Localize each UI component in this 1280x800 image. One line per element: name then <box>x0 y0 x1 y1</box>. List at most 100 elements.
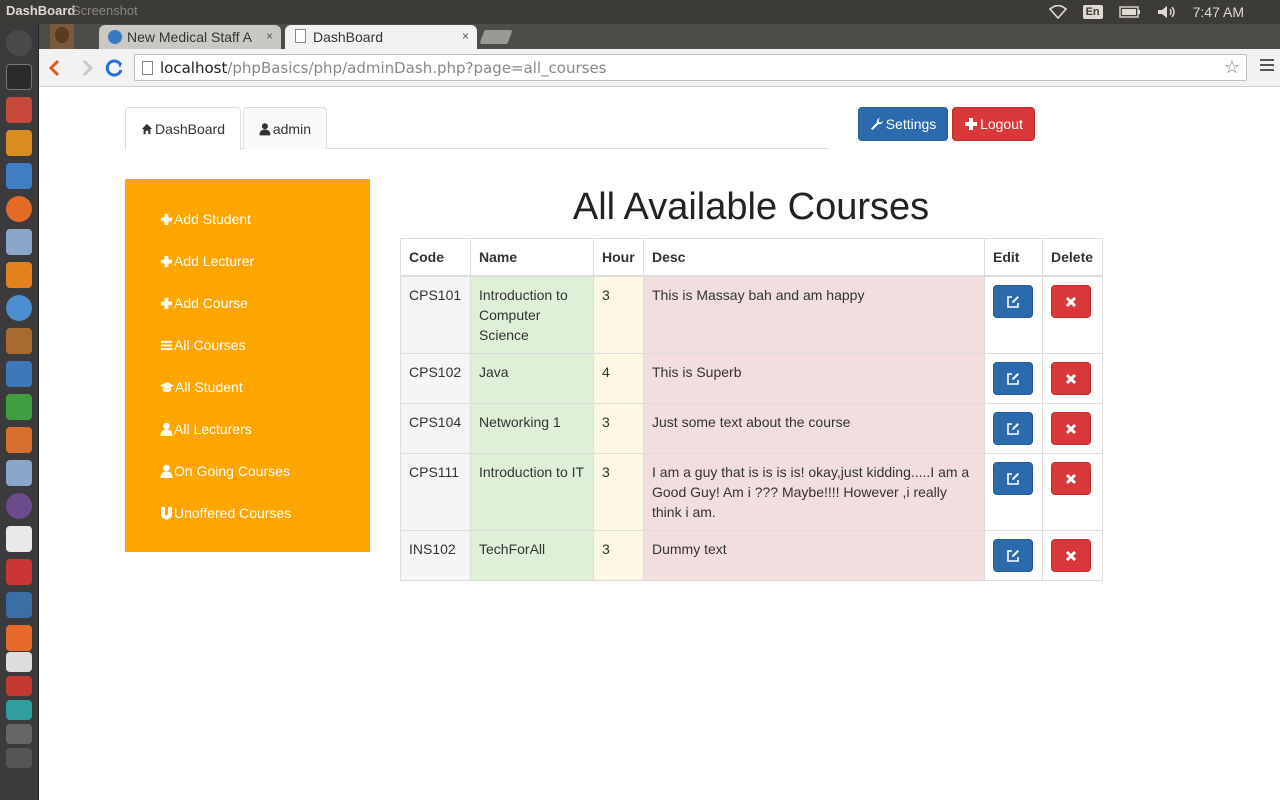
pdf-icon[interactable] <box>6 526 32 552</box>
network-icon[interactable] <box>6 700 32 720</box>
table-row: CPS101 Introduction to Computer Science … <box>400 275 1103 354</box>
sidebar-item-add-lecturer[interactable]: Add Lecturer <box>160 251 254 271</box>
browser-menu-button[interactable] <box>1260 59 1274 75</box>
tab-close-icon[interactable]: × <box>266 29 273 43</box>
edit-button[interactable] <box>993 362 1033 395</box>
delete-cell <box>1042 353 1103 404</box>
edit-cell <box>984 530 1043 581</box>
table-row: CPS102 Java 4 This is Superb <box>400 353 1103 404</box>
forward-button[interactable] <box>77 58 97 78</box>
course-desc: Dummy text <box>643 530 985 581</box>
tab-new-medical-staff[interactable]: New Medical Staff A × <box>99 25 281 49</box>
sidebar-item-label: On Going Courses <box>174 463 290 479</box>
sidebar-item-all-student[interactable]: All Student <box>160 377 243 397</box>
address-bar[interactable]: localhost/phpBasics/php/adminDash.php?pa… <box>134 54 1247 81</box>
volume-icon[interactable] <box>1157 5 1177 19</box>
edit-button[interactable] <box>993 539 1033 572</box>
chromium-icon[interactable] <box>6 295 32 321</box>
delete-button[interactable] <box>1051 412 1091 445</box>
sidebar-item-label: Add Course <box>174 295 248 311</box>
page-info-icon[interactable] <box>142 61 153 75</box>
writer-icon[interactable] <box>6 361 32 387</box>
edit-icon <box>1007 472 1019 485</box>
edit-button[interactable] <box>993 412 1033 445</box>
tab-label: New Medical Staff A <box>127 29 253 45</box>
keyboard-language-indicator[interactable]: En <box>1082 5 1103 19</box>
sidebar-item-unoffered-courses[interactable]: Unoffered Courses <box>160 503 291 523</box>
delete-button[interactable] <box>1051 539 1091 572</box>
jedit-icon[interactable] <box>6 130 32 156</box>
sidebar-item-label: Add Lecturer <box>174 253 255 269</box>
settings-label: Settings <box>885 116 937 132</box>
course-name: Networking 1 <box>470 403 594 454</box>
sidebar-item-on-going-courses[interactable]: On Going Courses <box>160 461 290 481</box>
tab-dashboard-nav[interactable]: DashBoard <box>125 107 241 150</box>
edit-button[interactable] <box>993 285 1033 318</box>
top-nav-tabs: DashBoard admin <box>125 107 829 150</box>
dash-home-icon[interactable] <box>6 30 32 56</box>
sidebar-item-label: All Student <box>175 379 243 395</box>
sidebar-item-label: Add Student <box>174 211 252 227</box>
tab-admin-nav[interactable]: admin <box>243 107 327 149</box>
amazon-icon[interactable] <box>6 652 32 672</box>
sidebar-item-all-courses[interactable]: All Courses <box>160 335 246 355</box>
wifi-icon[interactable] <box>1048 5 1067 19</box>
table-row: CPS111 Introduction to IT 3 I am a guy t… <box>400 453 1103 531</box>
bookmark-star-icon[interactable]: ☆ <box>1224 57 1240 78</box>
back-button[interactable] <box>45 58 65 78</box>
courses-table: Code Name Hour Desc Edit Delete CPS101 I… <box>400 238 1103 581</box>
workspace-icon[interactable] <box>6 559 32 585</box>
sidebar-item-add-student[interactable]: Add Student <box>160 209 251 229</box>
vlc-icon[interactable] <box>6 262 32 288</box>
edit-icon <box>1007 372 1019 385</box>
course-desc: This is Massay bah and am happy <box>643 275 985 354</box>
column-header-edit: Edit <box>984 238 1043 277</box>
eclipse-icon[interactable] <box>6 493 32 519</box>
virtualbox-2-icon[interactable] <box>6 460 32 486</box>
user-icon <box>160 464 173 478</box>
course-hour: 3 <box>593 275 644 354</box>
system-top-panel: DashBoard Screenshot En 7:47 AM <box>0 0 1280 24</box>
home-icon <box>141 123 153 135</box>
battery-icon[interactable] <box>1118 6 1141 18</box>
system-clock[interactable]: 7:47 AM <box>1193 4 1244 20</box>
tab-close-icon[interactable]: × <box>462 29 469 43</box>
software-center-icon[interactable] <box>6 625 32 651</box>
course-code: CPS101 <box>400 275 471 354</box>
impress-icon[interactable] <box>6 427 32 453</box>
firefox-icon[interactable] <box>6 196 32 222</box>
course-code: INS102 <box>400 530 471 581</box>
profile-avatar[interactable] <box>50 24 74 49</box>
edit-icon <box>1007 422 1019 435</box>
tab-dashboard[interactable]: DashBoard × <box>285 25 477 49</box>
delete-button[interactable] <box>1051 462 1091 495</box>
delete-button[interactable] <box>1051 285 1091 318</box>
files-icon[interactable] <box>6 97 32 123</box>
edit-button[interactable] <box>993 462 1033 495</box>
table-header-row: Code Name Hour Desc Edit Delete <box>400 238 1103 277</box>
plus-icon <box>160 297 173 309</box>
terminal-icon[interactable] <box>6 64 32 90</box>
sidebar-item-label: Unoffered Courses <box>174 505 292 521</box>
course-desc: Just some text about the course <box>643 403 985 454</box>
trash-icon[interactable] <box>6 748 32 768</box>
sidebar-item-add-course[interactable]: Add Course <box>160 293 248 313</box>
filezilla-icon[interactable] <box>6 676 32 696</box>
course-name: Introduction to Computer Science <box>470 275 594 354</box>
url-path: /phpBasics/php/adminDash.php?page=all_co… <box>227 59 607 77</box>
page-favicon-icon <box>295 29 306 43</box>
remove-icon <box>1065 550 1077 561</box>
logout-button[interactable]: Logout <box>952 107 1035 141</box>
calc-icon[interactable] <box>6 394 32 420</box>
python-icon[interactable] <box>6 592 32 618</box>
sublime-icon[interactable] <box>6 328 32 354</box>
virtualbox-icon[interactable] <box>6 229 32 255</box>
delete-button[interactable] <box>1051 362 1091 395</box>
reload-button[interactable] <box>105 58 125 78</box>
new-tab-button[interactable] <box>479 30 513 44</box>
sidebar-item-all-lecturers[interactable]: All Lecturers <box>160 419 252 439</box>
text-editor-icon[interactable] <box>6 163 32 189</box>
app-launcher <box>0 24 39 800</box>
settings-button[interactable]: Settings <box>858 107 948 141</box>
settings-app-icon[interactable] <box>6 724 32 744</box>
